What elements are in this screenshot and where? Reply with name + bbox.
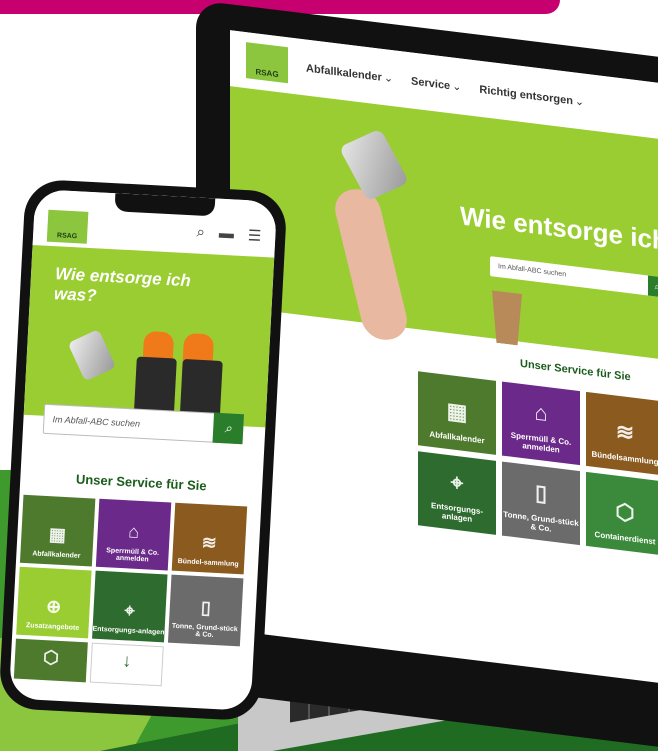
tile-entsorgungsanlagen[interactable]: ⌖ Entsorgungs-anlagen (92, 570, 168, 643)
hand-holding-can-image (330, 186, 412, 343)
location-building-icon: ⌖ (123, 600, 136, 621)
bin-icon: ▯ (534, 479, 548, 507)
search-button[interactable]: ⌕ (648, 275, 658, 298)
nav-label: Richtig entsorgen (479, 83, 573, 107)
tile-label: Entsorgungs-anlagen (431, 500, 483, 524)
service-title: Unser Service für Sie (520, 357, 631, 384)
phone-screen: RSAG ⌕ ▬ ☰ Wie entsorge ich was? Im Abfa… (8, 189, 278, 711)
chevron-down-icon: ⌄ (383, 71, 394, 85)
tile-label: Containerdienst (594, 529, 656, 547)
tile-sperrmuell[interactable]: ⌂ Sperrmüll & Co. anmelden (502, 381, 580, 466)
tile-entsorgungsanlagen[interactable]: ⌖ Entsorgungs-anlagen (418, 451, 496, 535)
furniture-icon: ⌂ (534, 399, 548, 427)
tile-label: Zusatzangebote (25, 622, 80, 632)
nav-label: Service (411, 74, 451, 92)
container-icon: ⬡ (42, 647, 60, 668)
header-icons: ⌕ ▬ ☰ (196, 224, 262, 245)
hand-holding-can-image (67, 328, 117, 382)
tile-download-partial[interactable]: ↓ (89, 642, 164, 687)
chevron-down-icon: ⌄ (574, 95, 585, 109)
service-title: Unser Service für Sie (75, 471, 207, 494)
hero-title: Wie entsorge ich was (460, 200, 658, 262)
nav-item-richtig-entsorgen[interactable]: Richtig entsorgen ⌄ (479, 82, 584, 108)
search-input[interactable]: Im Abfall-ABC suchen ⌕ (490, 256, 658, 298)
search-icon: ⌕ (654, 280, 658, 292)
menu-icon[interactable]: ☰ (247, 226, 261, 245)
calendar-icon: ▦ (48, 524, 67, 546)
search-icon[interactable]: ⌕ (196, 224, 205, 242)
nav-item-service[interactable]: Service ⌄ (411, 74, 461, 93)
tile-containerdienst-partial[interactable]: ⬡ (13, 638, 88, 683)
chevron-down-icon: ⌄ (452, 79, 462, 94)
tile-abfallkalender[interactable]: ▦ Abfallkalender (418, 371, 496, 455)
search-icon: ⌕ (224, 420, 233, 436)
tile-tonne-grundstueck[interactable]: ▯ Tonne, Grund-stück & Co. (167, 574, 244, 647)
tile-label: Sperrmüll & Co. anmelden (510, 430, 572, 455)
rsag-logo[interactable]: RSAG (246, 42, 288, 84)
location-building-icon: ⌖ (450, 469, 464, 496)
furniture-icon: ⌂ (127, 521, 140, 542)
search-button[interactable]: ⌕ (212, 412, 245, 445)
tile-sperrmuell[interactable]: ⌂ Sperrmüll & Co. anmelden (95, 498, 172, 571)
laptop-screen: RSAG Abfallkalender ⌄ Service ⌄ Richtig en… (230, 30, 658, 684)
search-placeholder: Im Abfall-ABC suchen (498, 263, 567, 279)
tile-label: Entsorgungs-anlagen (92, 625, 165, 637)
calendar-icon: ▦ (446, 397, 468, 426)
hero-title: Wie entsorge ich was? (53, 264, 192, 306)
tile-buendelsammlung[interactable]: ≋ Bündel-sammlung (171, 502, 248, 575)
tile-label: Tonne, Grund-stück & Co. (503, 509, 579, 534)
search-placeholder: Im Abfall-ABC suchen (52, 414, 141, 429)
download-icon: ↓ (121, 650, 132, 671)
paper-cup-image (492, 290, 522, 346)
bin-icon: ▯ (200, 597, 212, 618)
tile-containerdienst[interactable]: ⬡ Containerdienst (586, 471, 658, 556)
tile-buendelsammlung[interactable]: ≋ Bündelsammlung (586, 391, 658, 476)
tile-label: Bündel-sammlung (177, 557, 239, 569)
tile-label: Sperrmüll & Co. anmelden (106, 547, 160, 564)
tile-tonne-grundstueck[interactable]: ▯ Tonne, Grund-stück & Co. (502, 461, 580, 546)
tile-label: Abfallkalender (429, 429, 485, 446)
nav-label: Abfallkalender (306, 62, 382, 84)
nav-item-abfallkalender[interactable]: Abfallkalender ⌄ (306, 61, 393, 85)
tile-label: Bündelsammlung (591, 449, 658, 467)
tile-zusatzangebote[interactable]: ⊕ Zusatzangebote (16, 566, 92, 639)
rsag-logo[interactable]: RSAG (46, 209, 89, 244)
plus-circle-icon: ⊕ (45, 596, 62, 617)
chat-icon[interactable]: ▬ (219, 225, 235, 244)
bundle-icon: ≋ (615, 418, 635, 446)
container-icon: ⬡ (615, 498, 635, 526)
bundle-icon: ≋ (201, 532, 218, 553)
phone-hero: Wie entsorge ich was? (23, 244, 275, 428)
tile-label: Abfallkalender (32, 550, 81, 560)
phone-device: RSAG ⌕ ▬ ☰ Wie entsorge ich was? Im Abfa… (0, 178, 288, 722)
tile-abfallkalender[interactable]: ▦ Abfallkalender (19, 494, 96, 567)
tile-label: Tonne, Grund-stück & Co. (171, 622, 238, 639)
